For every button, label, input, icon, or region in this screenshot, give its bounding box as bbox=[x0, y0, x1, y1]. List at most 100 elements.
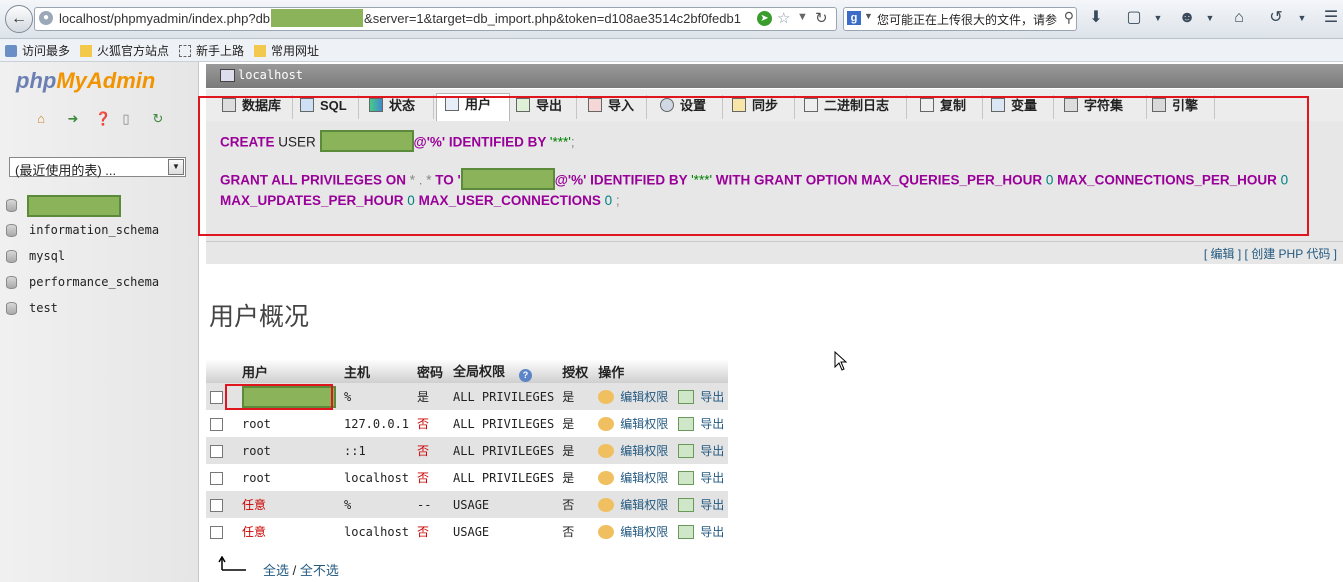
edit-privileges-icon bbox=[598, 498, 615, 512]
addon-face-icon[interactable]: ☻ bbox=[1178, 8, 1196, 28]
row-checkbox[interactable] bbox=[210, 498, 223, 512]
redacted-block bbox=[271, 9, 364, 28]
edit-privileges-link[interactable]: 编辑权限 bbox=[620, 417, 668, 431]
edit-privileges-icon bbox=[598, 444, 615, 458]
row-checkbox[interactable] bbox=[210, 525, 223, 539]
chevron-down-icon[interactable]: ▼ bbox=[1153, 8, 1163, 28]
search-input[interactable]: 您可能正在上传很大的文件，请参 bbox=[877, 11, 1057, 28]
table-row: root 127.0.0.1 否 ALL PRIVILEGES 是 编辑权限 导… bbox=[206, 410, 729, 437]
home-icon[interactable]: ⌂ bbox=[1230, 8, 1248, 28]
server-link[interactable]: localhost bbox=[238, 68, 303, 82]
edit-privileges-icon bbox=[598, 390, 615, 404]
engine-dropdown-icon[interactable]: ▼ bbox=[864, 11, 873, 21]
menu-icon[interactable]: ☰ bbox=[1322, 8, 1340, 28]
edit-privileges-link[interactable]: 编辑权限 bbox=[620, 390, 668, 404]
phpmyadmin-logo[interactable]: phpMyAdmin bbox=[16, 68, 155, 94]
database-icon bbox=[6, 250, 17, 263]
sql-actions: [ 编辑 ] [ 创建 PHP 代码 ] bbox=[206, 241, 1343, 264]
help-icon[interactable]: ? bbox=[519, 368, 533, 382]
export-link[interactable]: 导出 bbox=[700, 471, 724, 485]
bookmark-most-visited[interactable]: 访问最多 bbox=[5, 42, 70, 59]
folder-icon bbox=[80, 45, 92, 57]
select-none-link[interactable]: 全不选 bbox=[300, 563, 339, 578]
export-icon bbox=[678, 525, 695, 539]
history-dropdown-icon[interactable]: ▼ bbox=[797, 11, 808, 23]
bookmark-getting-started[interactable]: 新手上路 bbox=[179, 42, 244, 59]
highlight-frame bbox=[198, 96, 1309, 236]
export-link[interactable]: 导出 bbox=[700, 525, 724, 539]
table-row: 任意 localhost 否 USAGE 否 编辑权限 导出 bbox=[206, 518, 729, 545]
export-link[interactable]: 导出 bbox=[700, 444, 724, 458]
edit-privileges-link[interactable]: 编辑权限 bbox=[620, 525, 668, 539]
col-host: 主机 bbox=[340, 359, 414, 383]
search-icon[interactable]: ⚲ bbox=[1061, 9, 1074, 26]
export-icon bbox=[678, 417, 695, 431]
reload-icon[interactable]: ↻ bbox=[815, 9, 828, 27]
edit-privileges-icon bbox=[598, 525, 615, 539]
export-link[interactable]: 导出 bbox=[700, 498, 724, 512]
col-action: 操作 bbox=[594, 359, 729, 383]
home-icon[interactable]: ⌂ bbox=[33, 111, 49, 127]
database-icon bbox=[6, 302, 17, 315]
logout-icon[interactable]: ➜ bbox=[65, 111, 81, 127]
edit-privileges-link[interactable]: 编辑权限 bbox=[620, 498, 668, 512]
row-checkbox[interactable] bbox=[210, 444, 223, 458]
export-icon bbox=[678, 390, 695, 404]
go-arrow-icon[interactable]: ➤ bbox=[757, 11, 772, 26]
folder-icon bbox=[254, 45, 266, 57]
bookmark-star-icon[interactable]: ☆ bbox=[777, 9, 790, 27]
create-php-link[interactable]: 创建 PHP 代码 bbox=[1251, 247, 1330, 261]
reload-icon[interactable]: ↻ bbox=[150, 111, 166, 127]
search-engine-icon[interactable]: g bbox=[847, 11, 861, 25]
col-grant: 授权 bbox=[558, 359, 595, 383]
documentation-icon[interactable]: ▯ bbox=[118, 111, 134, 127]
server-icon bbox=[220, 69, 235, 82]
page-icon bbox=[179, 45, 191, 57]
address-bar[interactable]: ● localhost/phpmyadmin/index.php?db &serv… bbox=[34, 7, 837, 31]
row-checkbox[interactable] bbox=[210, 417, 223, 431]
col-password: 密码 bbox=[413, 359, 450, 383]
bookmarks-bar: 访问最多 火狐官方站点 新手上路 常用网址 bbox=[0, 39, 1343, 62]
edit-link[interactable]: 编辑 bbox=[1211, 247, 1235, 261]
chevron-down-icon[interactable]: ▼ bbox=[1205, 8, 1215, 28]
row-checkbox[interactable] bbox=[210, 471, 223, 485]
col-user: 用户 bbox=[238, 359, 340, 383]
edit-privileges-icon bbox=[598, 471, 615, 485]
bookmark-common-sites[interactable]: 常用网址 bbox=[254, 42, 319, 59]
screenshot-tool-icon[interactable]: ▢ bbox=[1124, 8, 1144, 28]
table-row: root localhost 否 ALL PRIVILEGES 是 编辑权限 导… bbox=[206, 464, 729, 491]
chevron-down-icon[interactable]: ▼ bbox=[168, 159, 184, 175]
export-icon bbox=[678, 471, 695, 485]
recent-tables-select[interactable]: (最近使用的表) ... ▼ bbox=[9, 157, 186, 178]
export-icon bbox=[678, 444, 695, 458]
bookmark-icon bbox=[5, 45, 17, 57]
help-icon[interactable]: ❓ bbox=[95, 111, 111, 127]
site-identity-icon[interactable]: ● bbox=[39, 11, 53, 25]
row-checkbox[interactable] bbox=[210, 390, 223, 404]
page-title: 用户概况 bbox=[209, 303, 310, 331]
export-link[interactable]: 导出 bbox=[700, 390, 724, 404]
navigation-panel: phpMyAdmin ⌂ ➜ ❓ ▯ ↻ (最近使用的表) ... ▼ info… bbox=[0, 62, 199, 582]
col-global-privileges: 全局权限? bbox=[449, 359, 559, 383]
back-arrow-icon[interactable]: ← bbox=[5, 5, 33, 33]
select-all-link[interactable]: 全选 bbox=[263, 563, 289, 578]
sync-arrows-icon[interactable]: ↺ bbox=[1266, 8, 1286, 28]
edit-privileges-link[interactable]: 编辑权限 bbox=[620, 471, 668, 485]
arrow-up-icon bbox=[218, 556, 246, 571]
browser-toolbar: ← ● localhost/phpmyadmin/index.php?db &se… bbox=[0, 0, 1343, 39]
download-icon[interactable]: ⬇ bbox=[1087, 8, 1105, 28]
search-box[interactable]: g ▼ 您可能正在上传很大的文件，请参 ⚲ bbox=[843, 7, 1077, 31]
chevron-down-icon[interactable]: ▼ bbox=[1297, 8, 1307, 28]
table-row: 任意 % -- USAGE 否 编辑权限 导出 bbox=[206, 491, 729, 518]
database-icon bbox=[6, 276, 17, 289]
select-controls: 全选 / 全不选 bbox=[263, 563, 339, 578]
export-link[interactable]: 导出 bbox=[700, 417, 724, 431]
database-icon bbox=[6, 224, 17, 237]
table-header-row: 用户 主机 密码 全局权限? 授权 操作 bbox=[206, 359, 729, 383]
database-icon bbox=[6, 199, 17, 212]
edit-privileges-link[interactable]: 编辑权限 bbox=[620, 444, 668, 458]
export-icon bbox=[678, 498, 695, 512]
url-text: localhost/phpmyadmin/index.php?db &server… bbox=[59, 9, 741, 28]
bookmark-firefox-site[interactable]: 火狐官方站点 bbox=[80, 42, 169, 59]
table-row: root ::1 否 ALL PRIVILEGES 是 编辑权限 导出 bbox=[206, 437, 729, 464]
